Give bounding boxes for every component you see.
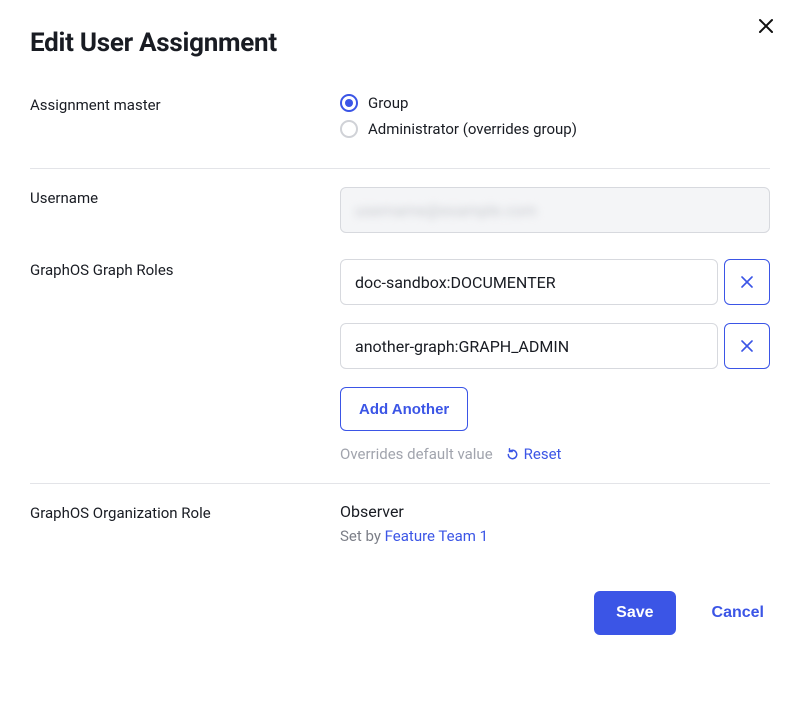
- graph-roles-row: GraphOS Graph Roles doc-sandbox:DOCUMENT…: [30, 253, 770, 483]
- username-input[interactable]: username@example.com: [340, 187, 770, 233]
- radio-label: Administrator (overrides group): [368, 120, 577, 138]
- radio-icon: [340, 120, 358, 138]
- radio-group-option[interactable]: Group: [340, 94, 770, 112]
- dialog-footer: Save Cancel: [30, 565, 770, 635]
- assignment-master-label: Assignment master: [30, 94, 340, 114]
- save-button[interactable]: Save: [594, 591, 675, 635]
- page-title: Edit User Assignment: [30, 28, 277, 58]
- reset-button[interactable]: Reset: [505, 445, 562, 463]
- org-role-value: Observer: [340, 502, 770, 521]
- set-by-prefix: Set by: [340, 527, 385, 545]
- radio-icon: [340, 94, 358, 112]
- close-icon: [758, 18, 774, 34]
- org-role-label: GraphOS Organization Role: [30, 502, 340, 522]
- graph-role-entry: another-graph:GRAPH_ADMIN: [340, 323, 770, 369]
- reset-icon: [505, 447, 520, 462]
- close-icon: [741, 276, 753, 288]
- add-another-button[interactable]: Add Another: [340, 387, 468, 431]
- username-label: Username: [30, 187, 340, 207]
- override-hint: Overrides default value: [340, 445, 493, 463]
- radio-admin-option[interactable]: Administrator (overrides group): [340, 120, 770, 138]
- org-role-set-by: Set by Feature Team 1: [340, 527, 770, 545]
- cancel-button[interactable]: Cancel: [706, 591, 770, 635]
- graph-role-entry: doc-sandbox:DOCUMENTER: [340, 259, 770, 305]
- radio-label: Group: [368, 94, 408, 112]
- set-by-link[interactable]: Feature Team 1: [385, 527, 488, 545]
- graph-role-input[interactable]: doc-sandbox:DOCUMENTER: [340, 259, 718, 305]
- close-icon: [741, 340, 753, 352]
- graph-role-input[interactable]: another-graph:GRAPH_ADMIN: [340, 323, 718, 369]
- assignment-master-row: Assignment master Group Administrator (o…: [30, 58, 770, 168]
- username-masked-value: username@example.com: [355, 201, 537, 220]
- close-button[interactable]: [754, 16, 778, 36]
- username-row: Username username@example.com: [30, 169, 770, 253]
- graph-roles-label: GraphOS Graph Roles: [30, 259, 340, 279]
- org-role-row: GraphOS Organization Role Observer Set b…: [30, 484, 770, 565]
- reset-label: Reset: [524, 445, 562, 463]
- remove-role-button[interactable]: [724, 323, 770, 369]
- remove-role-button[interactable]: [724, 259, 770, 305]
